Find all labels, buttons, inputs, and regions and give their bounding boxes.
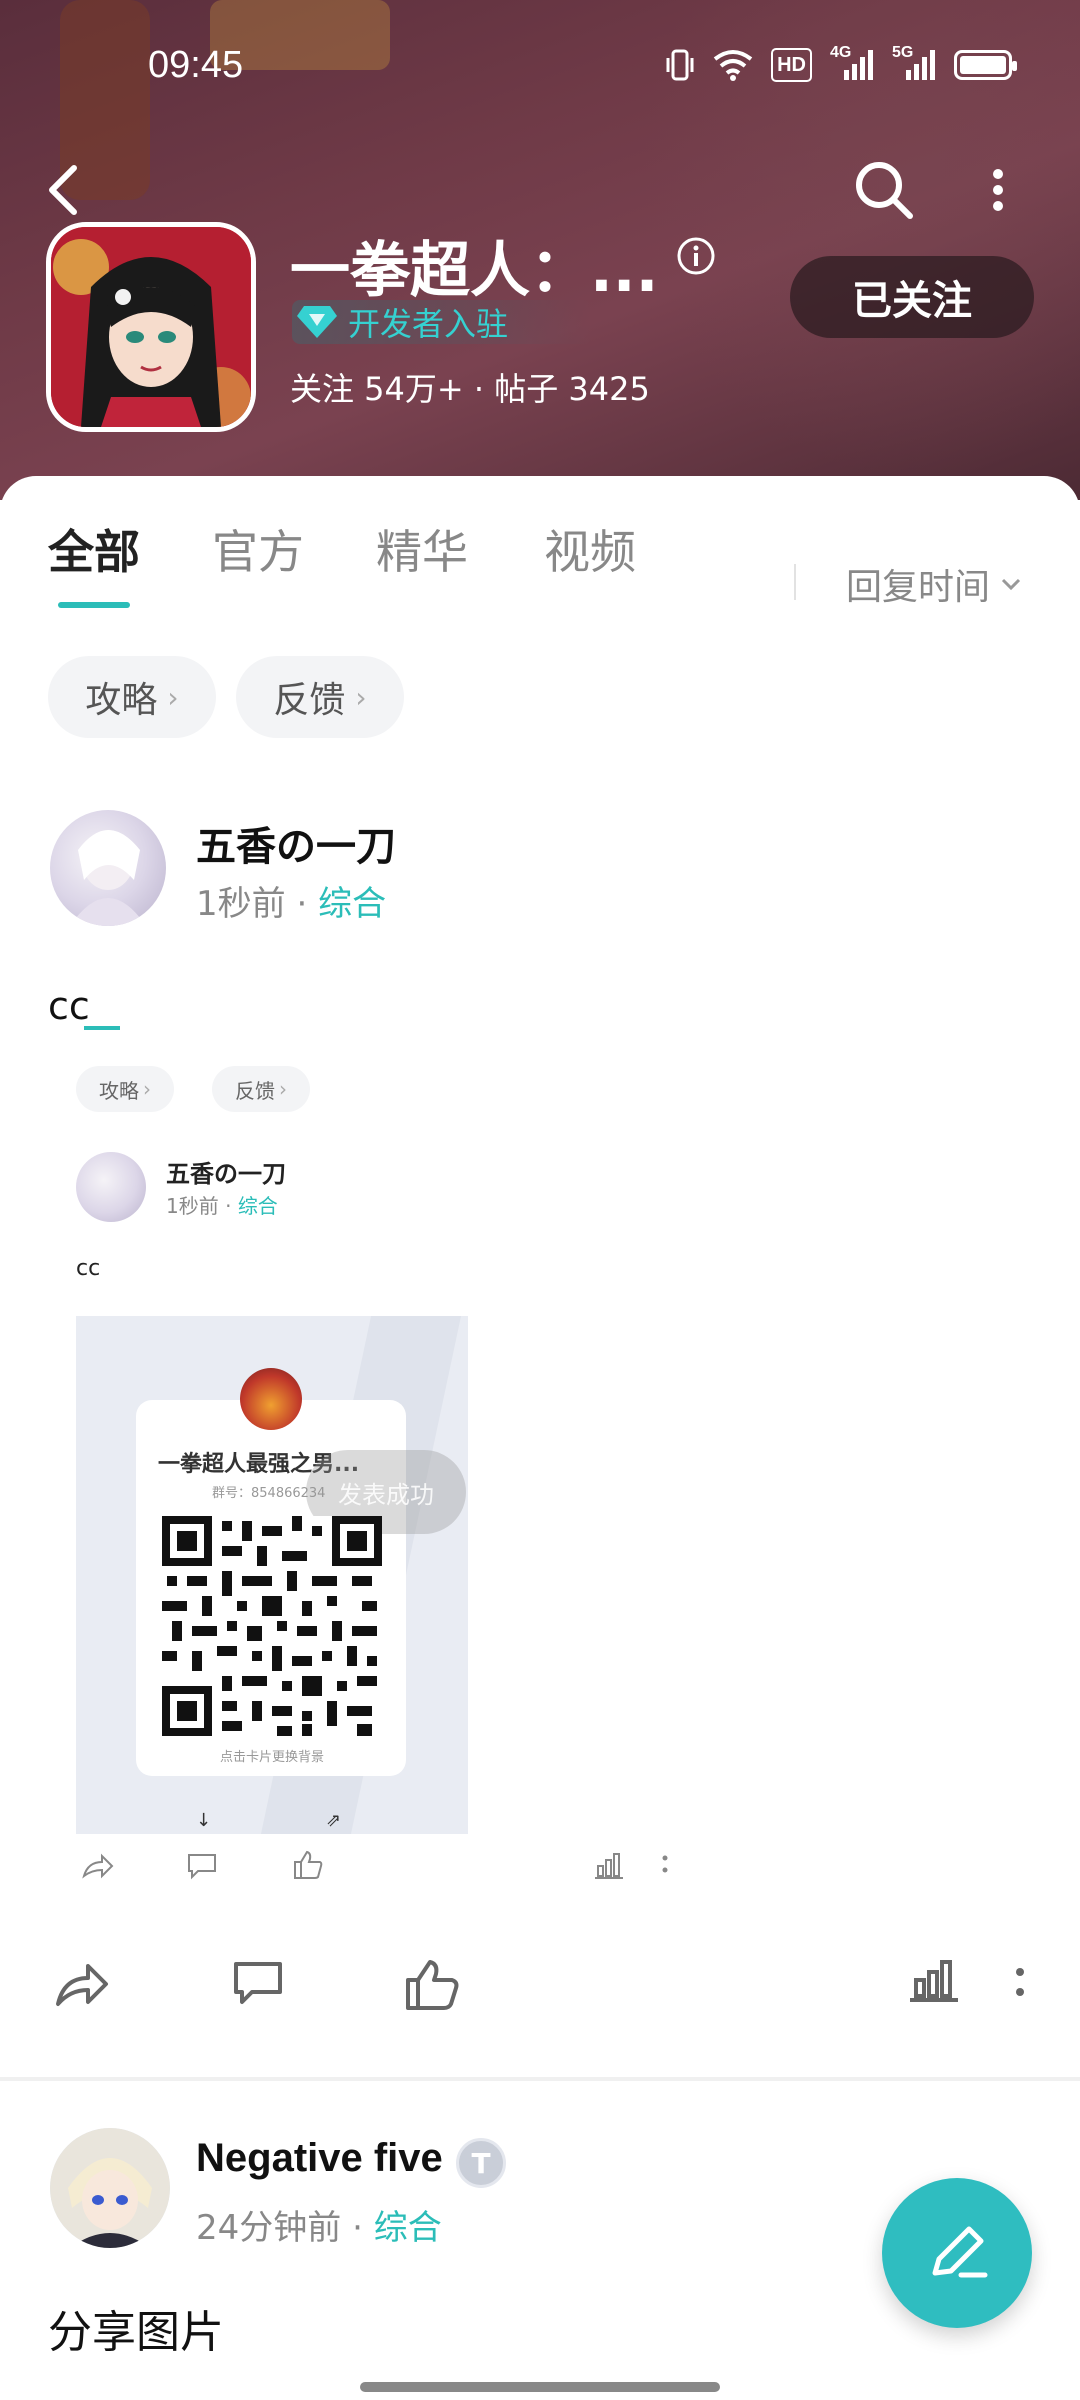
qr-card-hint: 点击卡片更换背景: [219, 1750, 324, 1765]
battery-icon: [954, 48, 1017, 82]
tab-divider: [794, 564, 796, 600]
chip-guide[interactable]: 攻略 ›: [48, 656, 216, 738]
embed-text: cc: [76, 1256, 101, 1281]
embed-meta: 1秒前 · 综合: [166, 1194, 278, 1218]
hd-icon: HD: [771, 48, 812, 82]
edit-pen-icon: [921, 2217, 993, 2289]
chevron-right-icon: ›: [143, 1077, 151, 1101]
chip-guide-label: 攻略: [85, 680, 158, 721]
forum-stats: 关注 54万+ · 帖子 3425: [290, 370, 650, 408]
post-author[interactable]: 五香の一刀: [196, 814, 396, 872]
signal-5g-icon: 5G: [892, 44, 936, 82]
post-meta: 24分钟前 · 综合: [196, 2200, 442, 2249]
status-icons: HD 4G 5G: [665, 44, 1017, 82]
more-vertical-icon[interactable]: [1010, 1958, 1030, 2012]
chevron-right-icon: ›: [355, 680, 367, 714]
sort-dropdown[interactable]: 回复时间: [846, 558, 1022, 610]
stats-icon[interactable]: [910, 1958, 958, 2008]
post-time: 24分钟前: [196, 2208, 342, 2248]
post-category[interactable]: 综合: [318, 884, 386, 924]
vibrate-icon: [665, 48, 695, 82]
compose-button[interactable]: [882, 2178, 1032, 2328]
tab-bar: 全部 官方 精华 视频 回复时间: [0, 516, 1080, 608]
embed-category: 综合: [237, 1194, 278, 1218]
post-text: cc: [48, 984, 90, 1028]
chip-feedback-label: 反馈: [273, 680, 346, 721]
status-bar: 09:45 HD 4G 5G: [0, 0, 1080, 130]
tab-video[interactable]: 视频: [544, 516, 636, 582]
avatar[interactable]: [50, 810, 166, 926]
embed-chip-label: 攻略: [99, 1078, 139, 1103]
embed-chip: 攻略 ›: [76, 1066, 174, 1112]
embed-more-icon: [660, 1850, 670, 1884]
diamond-icon: [296, 304, 338, 340]
qr-code: [162, 1516, 382, 1736]
share-icon[interactable]: [52, 1958, 112, 2014]
like-icon[interactable]: [404, 1958, 460, 2016]
level-badge-icon: T: [456, 2138, 506, 2188]
embed-chip-label: 反馈: [235, 1078, 275, 1103]
net-4g-label: 4G: [830, 44, 852, 61]
qr-card-image: 一拳超人最强之男... 群号：854866234 发表成功 点击卡片更换背景 ↓…: [76, 1316, 468, 1834]
embed-share-icon: [80, 1852, 116, 1884]
embed-time: 1秒前: [166, 1194, 219, 1218]
embed-stats-icon: [594, 1852, 624, 1884]
chevron-right-icon: ›: [167, 680, 179, 714]
post-divider: [0, 2077, 1080, 2081]
meta-dot: ·: [296, 884, 319, 924]
content-panel: 全部 官方 精华 视频 回复时间 攻略 › 反馈 › 五香の一刀 1秒前 · 综…: [0, 476, 1080, 2400]
download-icon: ↓: [196, 1810, 212, 1831]
app-icon[interactable]: [46, 222, 256, 432]
share-icon: ⇗: [326, 1810, 342, 1831]
post-author[interactable]: Negative five: [196, 2136, 443, 2181]
chip-feedback[interactable]: 反馈 ›: [236, 656, 404, 738]
post-meta: 1秒前 · 综合: [196, 876, 386, 925]
follow-button[interactable]: 已关注: [790, 256, 1034, 338]
chevron-down-icon: [1000, 577, 1022, 591]
status-time: 09:45: [148, 44, 244, 86]
group-avatar: [240, 1368, 302, 1430]
post-image[interactable]: 攻略 › 反馈 › 五香の一刀 1秒前 · 综合 cc 一拳超人最强之男... 群号…: [46, 1026, 726, 1880]
embed-avatar: [76, 1152, 146, 1222]
chevron-right-icon: ›: [279, 1077, 287, 1101]
post-text: 分享图片: [48, 2307, 224, 2358]
home-indicator[interactable]: [360, 2382, 720, 2392]
info-icon[interactable]: [676, 236, 716, 276]
embed-like-icon: [292, 1850, 324, 1884]
back-icon[interactable]: [40, 160, 90, 220]
developer-badge: 开发者入驻: [292, 300, 592, 344]
tab-official[interactable]: 官方: [212, 516, 304, 582]
tab-indicator: [58, 602, 130, 608]
embed-chip: 反馈 ›: [212, 1066, 310, 1112]
embed-tab-indicator: [84, 1026, 120, 1030]
post-category[interactable]: 综合: [374, 2208, 442, 2248]
forum-title: 一拳超人：...: [290, 236, 659, 306]
meta-dot: ·: [352, 2208, 374, 2248]
post-time: 1秒前: [196, 884, 286, 924]
search-icon[interactable]: [852, 158, 916, 222]
embed-author: 五香の一刀: [166, 1160, 286, 1188]
wifi-icon: [713, 48, 753, 82]
more-vertical-icon[interactable]: [978, 160, 1018, 220]
comment-icon[interactable]: [230, 1958, 286, 2014]
forum-header: 09:45 HD 4G 5G 一拳超人：... 开发者入驻 关注 54万+ · …: [0, 0, 1080, 500]
embed-comment-icon: [186, 1852, 218, 1884]
post-action-bar: [0, 1958, 1080, 2038]
tab-featured[interactable]: 精华: [376, 516, 468, 582]
net-5g-label: 5G: [892, 44, 914, 61]
developer-badge-label: 开发者入驻: [348, 305, 509, 343]
sort-label: 回复时间: [846, 567, 991, 608]
avatar[interactable]: [50, 2128, 170, 2248]
tab-all[interactable]: 全部: [48, 516, 140, 582]
signal-4g-icon: 4G: [830, 44, 874, 82]
